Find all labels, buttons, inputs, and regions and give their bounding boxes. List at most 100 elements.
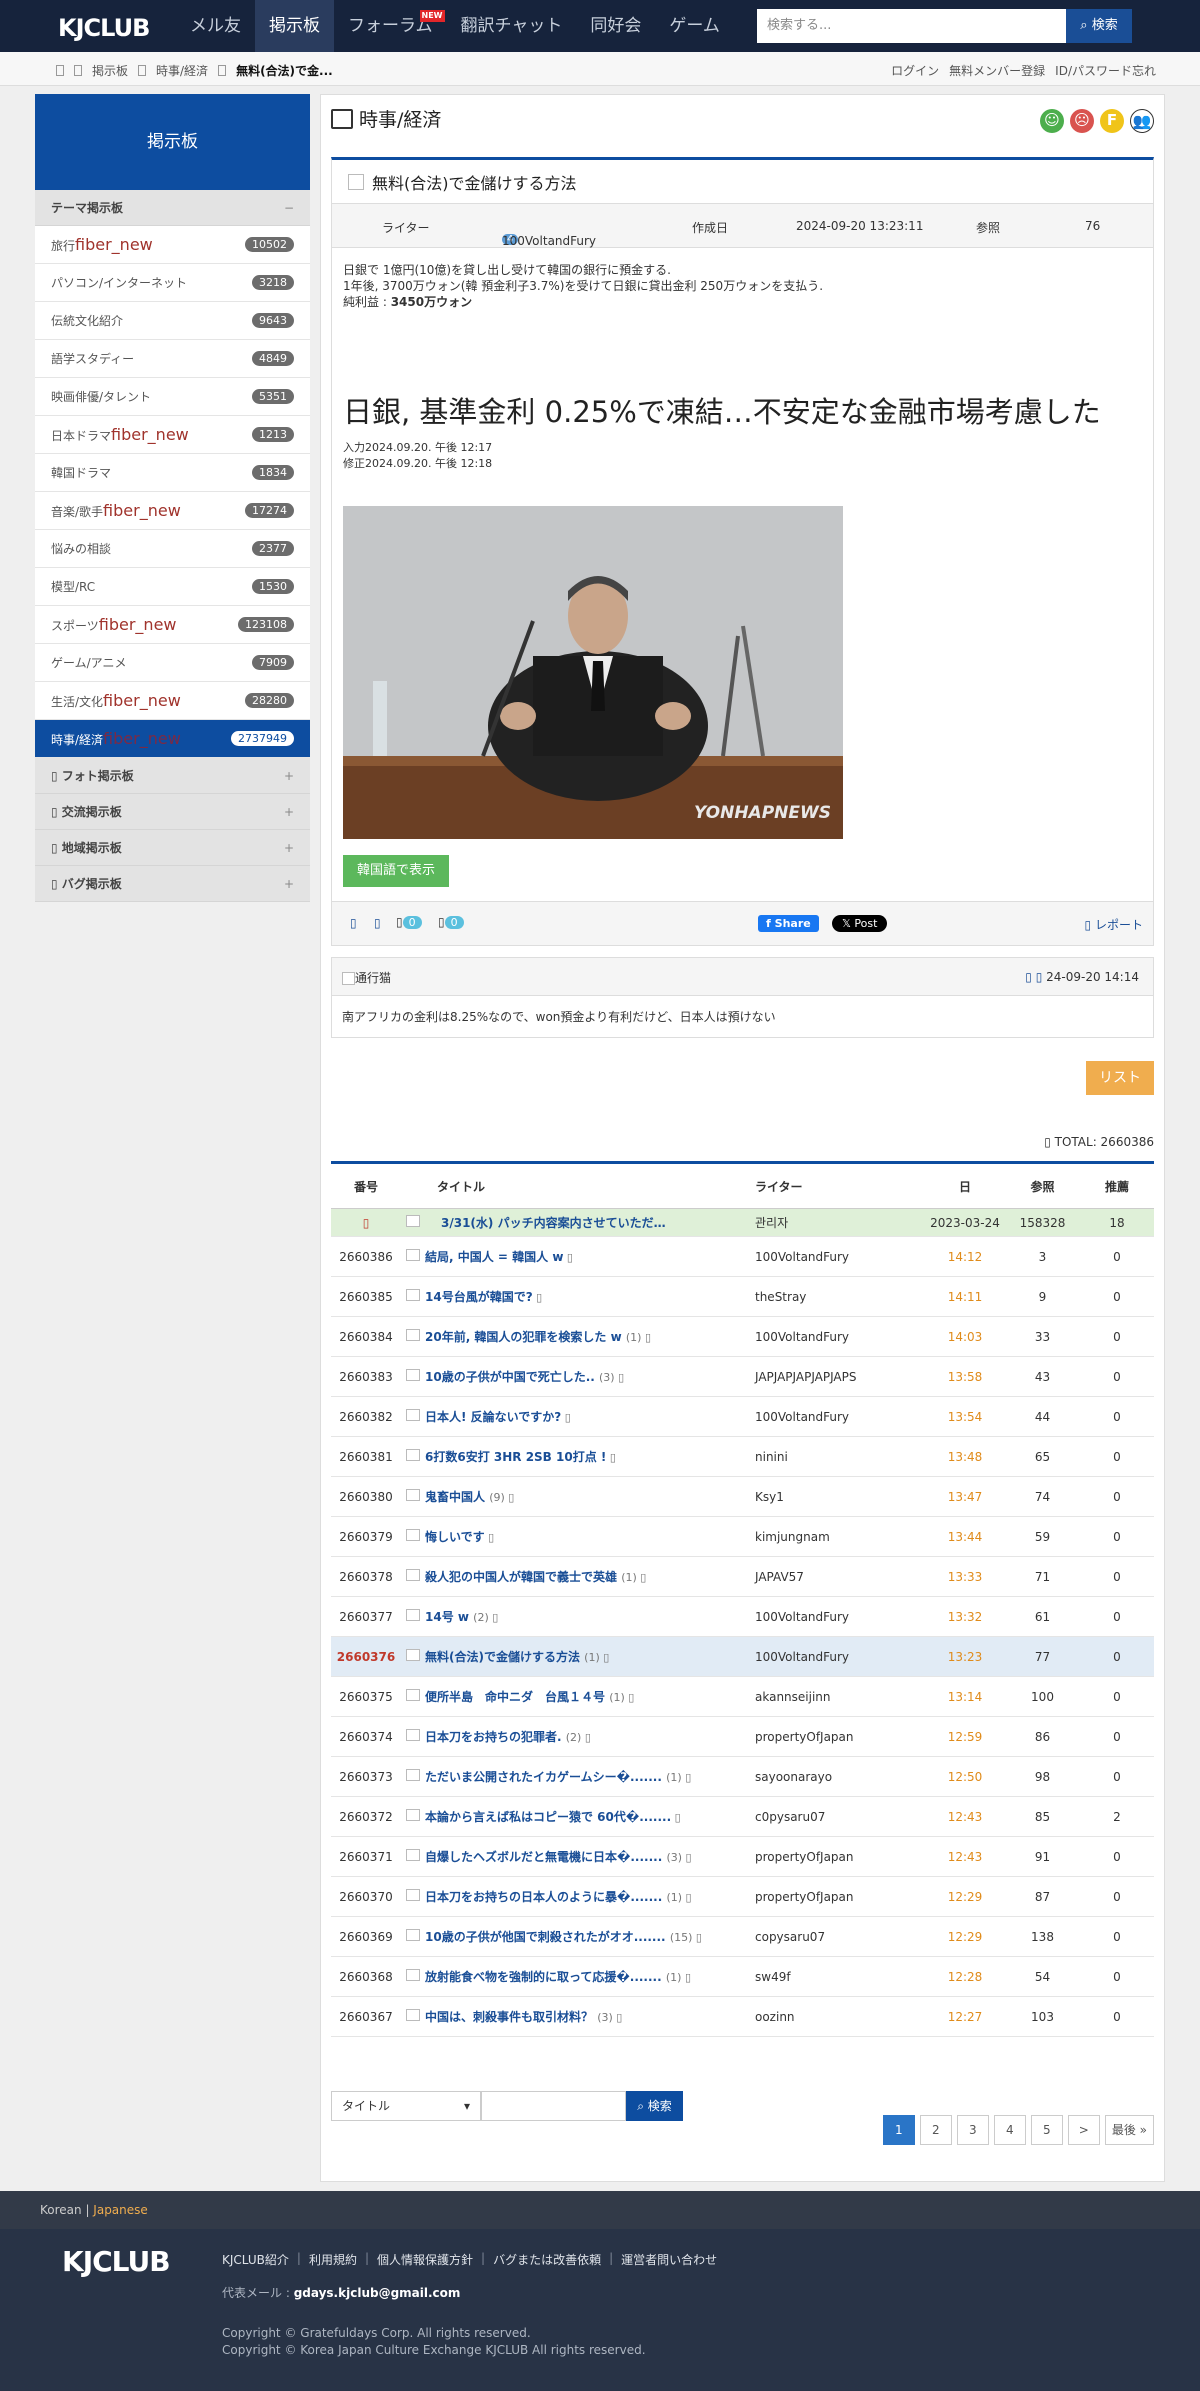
notice-row[interactable]: ▯ 3/31(水) パッチ内容案内させていただ… 관리자 2023-03-24 … — [331, 1208, 1154, 1237]
sidebar-item[interactable]: 伝統文化紹介 9643 — [35, 302, 310, 340]
row-checkbox[interactable] — [406, 1609, 420, 1621]
row-checkbox[interactable] — [406, 1329, 420, 1341]
row-checkbox[interactable] — [406, 1249, 420, 1261]
table-row[interactable]: 2660371 自爆したヘズボルだと無電機に日本�....... (3) ▯ pro… — [331, 1836, 1154, 1877]
crumb-category[interactable]: 時事/経済 — [156, 62, 208, 79]
row-checkbox[interactable] — [406, 1215, 420, 1227]
register-link[interactable]: 無料メンバー登録 — [949, 62, 1045, 79]
list-button[interactable]: リスト — [1086, 1061, 1154, 1095]
expand-icon[interactable]: + — [284, 830, 294, 866]
row-title[interactable]: 14号 w (2) ▯ — [425, 1596, 755, 1637]
row-writer[interactable]: JAPJAPJAPJAPJAPS — [755, 1356, 925, 1397]
nav-mail-friend[interactable]: メル友 — [176, 0, 255, 52]
row-checkbox[interactable] — [406, 1569, 420, 1581]
sidebar-group[interactable]: ▯ バグ掲示板 + — [35, 866, 310, 902]
facebook-small-icon[interactable]: ▯ — [350, 916, 357, 930]
row-title[interactable]: 中国は、刺殺事件も取引材料？ (3) ▯ — [425, 1996, 755, 2037]
row-title[interactable]: 14号台風が韓国で? ▯ — [425, 1276, 755, 1317]
row-title[interactable]: ただいま公開されたイカゲームシー�....... (1) ▯ — [425, 1756, 755, 1797]
f-icon[interactable]: F — [1100, 109, 1124, 133]
row-writer[interactable]: Ksy1 — [755, 1476, 925, 1517]
comment-action-icon[interactable]: ▯ — [1025, 970, 1032, 984]
commenter[interactable]: 通行猫 — [342, 969, 391, 986]
row-writer[interactable]: oozinn — [755, 1996, 925, 2037]
sidebar-item[interactable]: 映画俳優/タレント 5351 — [35, 378, 310, 416]
row-title[interactable]: 日本人! 反論ないですか? ▯ — [425, 1396, 755, 1437]
sad-icon[interactable]: ☹ — [1070, 109, 1094, 133]
row-checkbox[interactable] — [406, 2009, 420, 2021]
row-writer[interactable]: ninini — [755, 1436, 925, 1477]
nav-club[interactable]: 同好会 — [576, 0, 655, 52]
page-button[interactable]: 2 — [919, 2115, 952, 2145]
row-checkbox[interactable] — [406, 1489, 420, 1501]
search-button[interactable]: ⌕ 検索 — [1066, 9, 1132, 43]
footer-link[interactable]: バグまたは改善依頼 — [493, 2251, 601, 2268]
table-row[interactable]: 2660369 10歳の子供が他国で刺殺されたがオオ....... (15) ▯ c… — [331, 1916, 1154, 1957]
row-title[interactable]: 自爆したヘズボルだと無電機に日本�....... (3) ▯ — [425, 1836, 755, 1877]
table-row[interactable]: 2660367 中国は、刺殺事件も取引材料？ (3) ▯ oozinn 12:27 10… — [331, 1996, 1154, 2037]
row-title[interactable]: 便所半島 命中ニダ 台風１４号 (1) ▯ — [425, 1676, 755, 1717]
row-title[interactable]: 無料(合法)で金儲けする方法 (1) ▯ — [425, 1636, 755, 1677]
board-search-button[interactable]: ⌕ 検索 — [626, 2091, 683, 2121]
footer-logo[interactable]: KJCLUB — [62, 2245, 171, 2278]
footer-link[interactable]: KJCLUB紹介 — [222, 2251, 289, 2268]
search-input[interactable]: 検索する... — [757, 9, 1066, 43]
nav-translate-chat[interactable]: 翻訳チャット — [447, 0, 577, 52]
row-checkbox[interactable] — [406, 1969, 420, 1981]
table-row[interactable]: 2660380 鬼畜中国人 (9) ▯ Ksy1 13:47 74 0 — [331, 1476, 1154, 1517]
row-title[interactable]: 日本刀をお持ちの日本人のように暴�....... (1) ▯ — [425, 1876, 755, 1917]
show-korean-button[interactable]: 韓国語で表示 — [343, 855, 450, 887]
page-button[interactable]: 3 — [956, 2115, 989, 2145]
dislike-counter[interactable]: ▯ 0 — [438, 915, 464, 929]
sidebar-item[interactable]: 音楽/歌手fiber_new 17274 — [35, 492, 310, 530]
row-writer[interactable]: 100VoltandFury — [755, 1396, 925, 1437]
table-row[interactable]: 2660377 14号 w (2) ▯ 100VoltandFury 13:32 61 0 — [331, 1596, 1154, 1637]
expand-icon[interactable]: + — [284, 866, 294, 902]
table-row[interactable]: 2660370 日本刀をお持ちの日本人のように暴�....... (1) ▯ pro… — [331, 1876, 1154, 1917]
nav-game[interactable]: ゲーム — [655, 0, 734, 52]
row-checkbox[interactable] — [406, 1889, 420, 1901]
comment-action-icon[interactable]: ▯ — [1036, 970, 1043, 984]
row-checkbox[interactable] — [406, 1529, 420, 1541]
table-row[interactable]: 2660378 殺人犯の中国人が韓国で義士で英雄 (1) ▯ JAPAV57 13:3… — [331, 1556, 1154, 1597]
row-checkbox[interactable] — [406, 1729, 420, 1741]
table-row[interactable]: 2660375 便所半島 命中ニダ 台風１４号 (1) ▯ akannseijinn… — [331, 1676, 1154, 1717]
table-row[interactable]: 2660368 放射能食べ物を強制的に取って応援�....... (1) ▯ sw4… — [331, 1956, 1154, 1997]
table-row[interactable]: 2660376 無料(合法)で金儲けする方法 (1) ▯ 100VoltandFur… — [331, 1636, 1154, 1677]
table-row[interactable]: 2660374 日本刀をお持ちの犯罪者. (2) ▯ propertyOfJapan… — [331, 1716, 1154, 1757]
sidebar-item[interactable]: 時事/経済fiber_new 2737949 — [35, 720, 310, 758]
row-writer[interactable]: 100VoltandFury — [755, 1636, 925, 1677]
table-row[interactable]: 2660382 日本人! 反論ないですか? ▯ 100VoltandFury 13:5… — [331, 1396, 1154, 1437]
sidebar-item[interactable]: 語学スタディー 4849 — [35, 340, 310, 378]
row-title[interactable]: 日本刀をお持ちの犯罪者. (2) ▯ — [425, 1716, 755, 1757]
board-search-input[interactable] — [481, 2091, 626, 2121]
row-writer[interactable]: theStray — [755, 1276, 925, 1317]
twitter-small-icon[interactable]: ▯ — [374, 916, 381, 930]
table-row[interactable]: 2660383 10歳の子供が中国で死亡した.. (3) ▯ JAPJAPJAPJA… — [331, 1356, 1154, 1397]
row-checkbox[interactable] — [406, 1449, 420, 1461]
login-link[interactable]: ログイン — [891, 62, 939, 79]
page-button[interactable]: 5 — [1030, 2115, 1063, 2145]
row-checkbox[interactable] — [406, 1649, 420, 1661]
table-row[interactable]: 2660385 14号台風が韓国で? ▯ theStray 14:11 9 0 — [331, 1276, 1154, 1317]
mail-address[interactable]: gdays.kjclub@gmail.com — [294, 2286, 461, 2300]
row-checkbox[interactable] — [406, 1409, 420, 1421]
search-field-select[interactable]: タイトル ▾ — [331, 2091, 481, 2121]
table-row[interactable]: 2660384 20年前, 韓国人の犯罪を検索した w (1) ▯ 100Volta… — [331, 1316, 1154, 1357]
row-writer[interactable]: 100VoltandFury — [755, 1316, 925, 1357]
row-title[interactable]: 鬼畜中国人 (9) ▯ — [425, 1476, 755, 1517]
smile-icon[interactable]: ☺ — [1040, 109, 1064, 133]
row-checkbox[interactable] — [406, 1849, 420, 1861]
sidebar-item[interactable]: 生活/文化fiber_new 28280 — [35, 682, 310, 720]
row-title[interactable]: 本論から言えば私はコピー猿で 60代�....... ▯ — [425, 1796, 755, 1837]
row-checkbox[interactable] — [406, 1769, 420, 1781]
users-icon[interactable]: 👥 — [1130, 109, 1154, 133]
row-checkbox[interactable] — [406, 1369, 420, 1381]
sidebar-item[interactable]: パソコン/インターネット 3218 — [35, 264, 310, 302]
row-writer[interactable]: c0pysaru07 — [755, 1796, 925, 1837]
row-writer[interactable]: propertyOfJapan — [755, 1876, 925, 1917]
page-button[interactable]: 1 — [882, 2115, 915, 2145]
page-button[interactable]: 4 — [993, 2115, 1026, 2145]
table-row[interactable]: 2660372 本論から言えば私はコピー猿で 60代�....... ▯ c0pys… — [331, 1796, 1154, 1837]
x-post-button[interactable]: 𝕏 Post — [832, 915, 888, 932]
